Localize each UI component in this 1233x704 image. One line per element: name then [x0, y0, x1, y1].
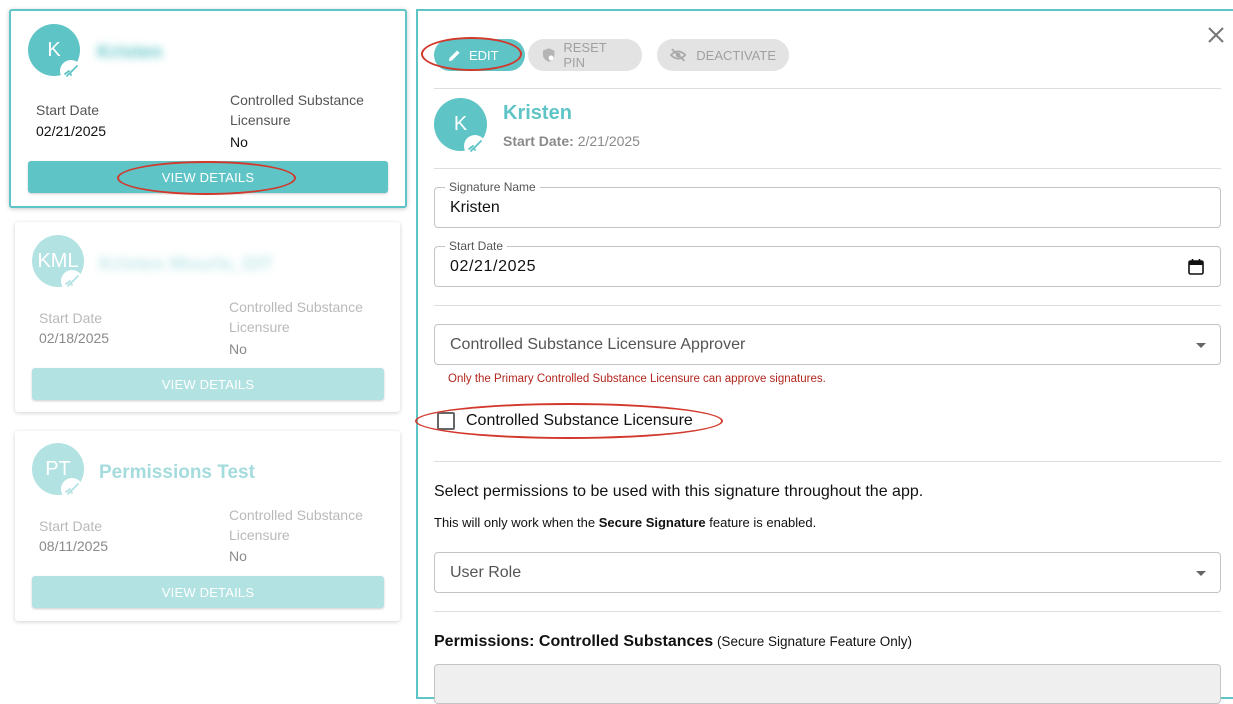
signature-title: Kristen — [503, 102, 572, 124]
card-name: Kristen — [97, 42, 163, 63]
calendar-icon[interactable] — [1188, 258, 1204, 275]
start-date-summary: Start Date: 2/21/2025 — [503, 133, 640, 149]
close-icon[interactable] — [1204, 23, 1228, 47]
signature-detail-panel: EDIT RESET PIN DEACTIVATE K Kristen Star… — [416, 9, 1233, 704]
csl-label: Controlled Substance Licensure — [229, 507, 363, 543]
signature-name-field[interactable]: Signature Name Kristen — [434, 180, 1221, 228]
start-date-value: 02/18/2025 — [39, 330, 110, 346]
user-role-select[interactable]: User Role — [434, 552, 1221, 593]
start-date-label: Start Date — [39, 310, 103, 326]
divider — [434, 611, 1221, 612]
pencil-icon — [448, 49, 460, 61]
csl-checkbox-label[interactable]: Controlled Substance Licensure — [466, 412, 693, 430]
view-details-button[interactable]: VIEW DETAILS — [32, 576, 384, 608]
csl-label: Controlled Substance Licensure — [230, 92, 364, 128]
signature-card-kristen[interactable]: K Kristen Start Date 02/21/2025 Controll… — [9, 9, 407, 208]
card-name: Kristen Mourle, DIT — [99, 254, 274, 275]
csl-label: Controlled Substance Licensure — [229, 299, 363, 335]
csl-value: No — [229, 548, 247, 564]
start-date-label: Start Date — [39, 518, 103, 534]
controlled-substances-permissions-box[interactable] — [434, 664, 1221, 704]
edit-button[interactable]: EDIT — [434, 39, 525, 71]
eye-off-icon — [670, 48, 687, 62]
approver-hint: Only the Primary Controlled Substance Li… — [448, 373, 826, 385]
reset-pin-button[interactable]: RESET PIN — [528, 39, 642, 71]
signature-check-icon — [60, 60, 82, 82]
shield-lock-icon — [542, 48, 555, 62]
controlled-substances-permissions-title: Permissions: Controlled Substances (Secu… — [434, 633, 913, 650]
csl-value: No — [229, 341, 247, 357]
permissions-note: This will only work when the Secure Sign… — [434, 515, 817, 530]
permissions-heading: Select permissions to be used with this … — [434, 483, 924, 500]
card-name: Permissions Test — [99, 462, 255, 483]
start-date-value: 08/11/2025 — [39, 538, 109, 554]
signature-check-icon — [61, 270, 83, 292]
csl-checkbox[interactable] — [437, 412, 455, 430]
dropdown-caret-icon — [1196, 571, 1206, 576]
start-date-field[interactable]: Start Date 02/21/2025 — [434, 239, 1221, 287]
divider — [434, 88, 1221, 89]
divider — [434, 461, 1221, 462]
signature-check-icon — [61, 478, 83, 500]
signature-check-icon — [464, 135, 486, 157]
approver-select[interactable]: Controlled Substance Licensure Approver — [434, 324, 1221, 365]
deactivate-button[interactable]: DEACTIVATE — [657, 39, 789, 71]
dropdown-caret-icon — [1196, 343, 1206, 348]
signature-card-permissions-test[interactable]: PT Permissions Test Start Date 08/11/202… — [15, 431, 400, 621]
divider — [434, 168, 1221, 169]
start-date-label: Start Date — [36, 102, 100, 118]
csl-value: No — [230, 134, 248, 150]
divider — [434, 305, 1221, 306]
signature-card-kml[interactable]: KML Kristen Mourle, DIT Start Date 02/18… — [15, 222, 400, 412]
view-details-button[interactable]: VIEW DETAILS — [32, 368, 384, 400]
view-details-button[interactable]: VIEW DETAILS — [28, 161, 388, 193]
start-date-value: 02/21/2025 — [36, 123, 107, 139]
